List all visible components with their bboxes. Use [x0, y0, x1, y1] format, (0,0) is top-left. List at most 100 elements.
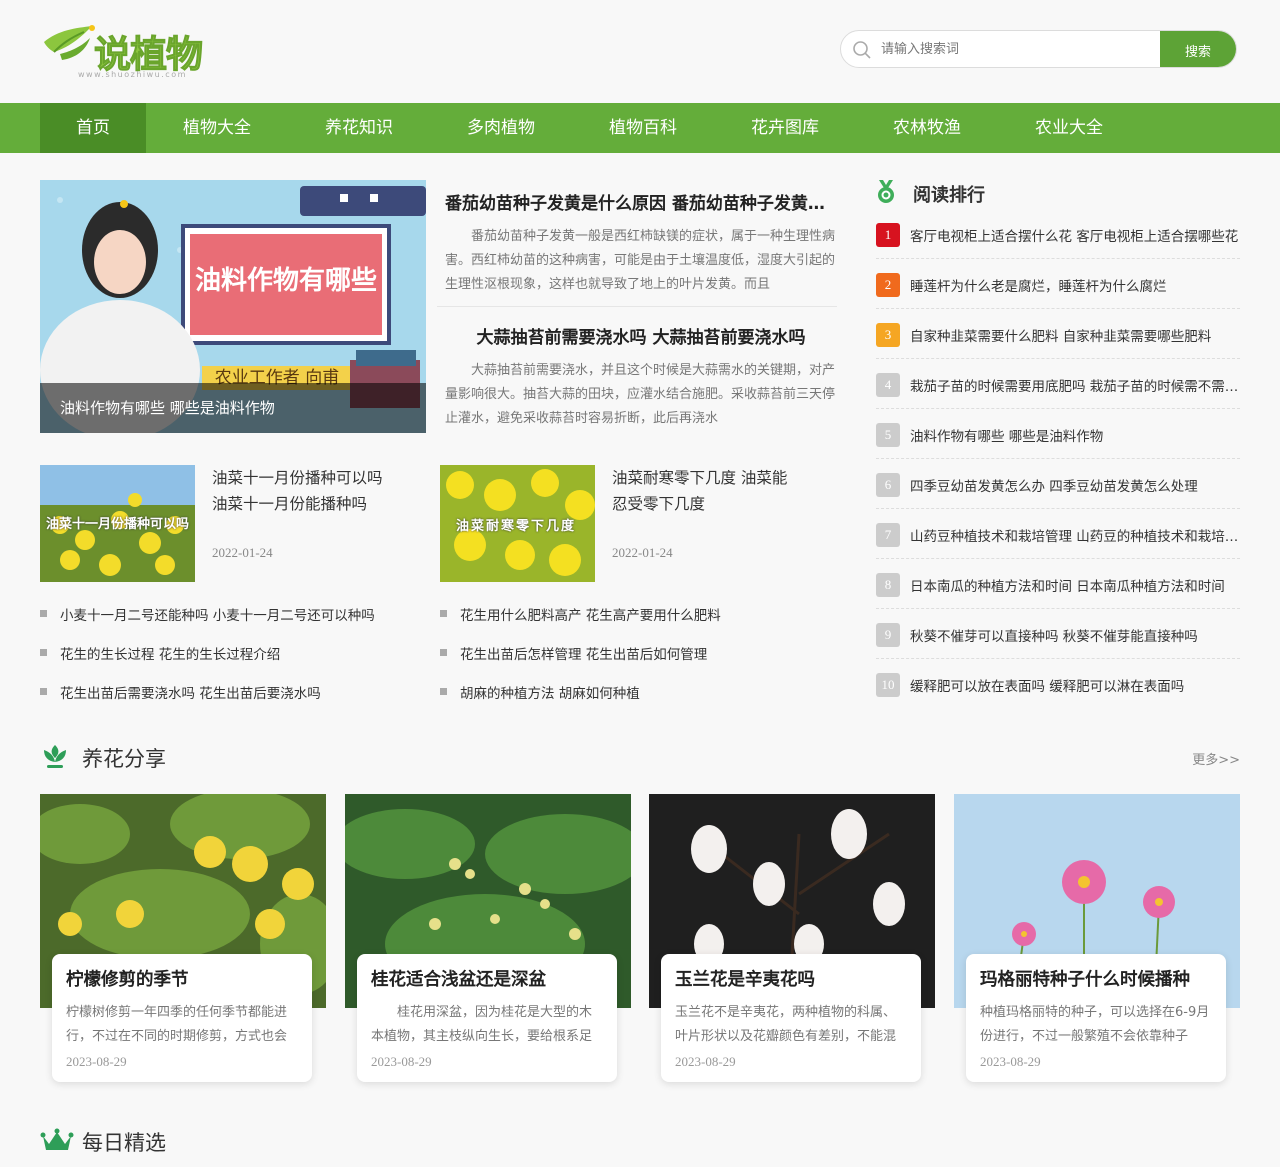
- search-icon: [853, 41, 871, 59]
- card-title-line: 油菜十一月份播种可以吗: [212, 469, 383, 487]
- share-section-header: 养花分享 更多>>: [40, 741, 1240, 775]
- search-input[interactable]: [881, 31, 1161, 67]
- ranking-item[interactable]: 4 栽茄子苗的时候需要用底肥吗 栽茄子苗的时候需不需要用底肥: [876, 359, 1240, 409]
- hero-caption[interactable]: 油料作物有哪些 哪些是油料作物: [40, 383, 426, 433]
- nav-home[interactable]: 首页: [40, 103, 146, 153]
- card-thumb-2[interactable]: 油菜耐寒零下几度: [440, 465, 595, 582]
- card-thumb-1[interactable]: 油菜十一月份播种可以吗: [40, 465, 195, 582]
- share-card-summary: 玉兰花不是辛夷花，两种植物的科属、叶片形状以及花瓣颜色有差别，不能混为一谈: [675, 1005, 897, 1044]
- share-card-title[interactable]: 玛格丽特种子什么时候播种: [980, 966, 1190, 991]
- more-link[interactable]: 更多>>: [1192, 749, 1240, 768]
- card-title-line: 油菜耐寒零下几度 油菜能: [612, 469, 788, 487]
- card-thumb-text-2: 油菜耐寒零下几度: [456, 519, 577, 534]
- share-card-title[interactable]: 玉兰花是辛夷花吗: [675, 966, 815, 991]
- featured-title-1[interactable]: 番茄幼苗种子发黄是什么原因 番茄幼苗种子发黄是什么原因: [445, 189, 837, 214]
- ranking-item-text: 山药豆种植技术和栽培管理 山药豆的种植技术和栽培管理: [910, 529, 1240, 545]
- ranking-item[interactable]: 10 缓释肥可以放在表面吗 缓释肥可以淋在表面吗: [876, 659, 1240, 709]
- ranking-item-text: 栽茄子苗的时候需要用底肥吗 栽茄子苗的时候需不需要用底肥: [910, 379, 1240, 395]
- ranking-item[interactable]: 3 自家种韭菜需要什么肥料 自家种韭菜需要哪些肥料: [876, 309, 1240, 359]
- share-card-3[interactable]: 玉兰花是辛夷花吗 玉兰花不是辛夷花，两种植物的科属、叶片形状以及花瓣颜色有差别，…: [649, 794, 935, 1084]
- card-date-2: 2022-01-24: [612, 545, 673, 560]
- share-card-date: 2023-08-29: [371, 1054, 432, 1069]
- hero-board-text: 油料作物有哪些: [194, 266, 377, 296]
- featured-divider: [437, 306, 837, 307]
- rank-badge: 9: [876, 623, 900, 647]
- site-logo[interactable]: 说植物 www.shuozhiwu.com: [40, 22, 230, 82]
- ranking-item-text: 日本南瓜的种植方法和时间 日本南瓜种植方法和时间: [910, 579, 1225, 595]
- share-card-summary: 桂花用深盆，因为桂花是大型的木本植物，其主枝纵向生长，要给根系足够的空间: [371, 1005, 593, 1044]
- share-card-summary: 种植玛格丽特的种子，可以选择在6-9月份进行，不过一般繁殖不会依靠种子: [980, 1005, 1210, 1044]
- ranking-item-text: 四季豆幼苗发黄怎么办 四季豆幼苗发黄怎么处理: [910, 479, 1198, 495]
- list-item[interactable]: 小麦十一月二号还能种吗 小麦十一月二号还可以种吗: [40, 604, 375, 624]
- rank-badge: 4: [876, 373, 900, 397]
- flower-bud-icon: [44, 745, 66, 768]
- ranking-item-text: 自家种韭菜需要什么肥料 自家种韭菜需要哪些肥料: [910, 329, 1212, 345]
- rank-badge: 7: [876, 523, 900, 547]
- site-header: 说植物 www.shuozhiwu.com 搜索: [0, 0, 1280, 103]
- nav-agriculture-all[interactable]: 农业大全: [998, 103, 1140, 153]
- featured-summary-1: 番茄幼苗种子发黄一般是西红柿缺镁的症状，属于一种生理性病害。西红柿幼苗的这种病害…: [445, 229, 836, 292]
- share-card-date: 2023-08-29: [66, 1054, 127, 1069]
- ranking-item[interactable]: 6 四季豆幼苗发黄怎么办 四季豆幼苗发黄怎么处理: [876, 459, 1240, 509]
- rank-badge: 5: [876, 423, 900, 447]
- rank-badge: 8: [876, 573, 900, 597]
- share-card-date: 2023-08-29: [980, 1054, 1041, 1069]
- list-item[interactable]: 花生的生长过程 花生的生长过程介绍: [39, 643, 280, 663]
- ranking-item-text: 缓释肥可以放在表面吗 缓释肥可以淋在表面吗: [910, 679, 1185, 695]
- ranking-item[interactable]: 5 油料作物有哪些 哪些是油料作物: [876, 409, 1240, 459]
- hero-banner[interactable]: 油料作物有哪些 农业工作者 向甫 油料作物有哪些 哪些是油料作物: [40, 180, 426, 433]
- card-title-2[interactable]: 油菜耐寒零下几度 油菜能 忍受零下几度: [612, 465, 832, 517]
- share-card-4[interactable]: 玛格丽特种子什么时候播种 种植玛格丽特的种子，可以选择在6-9月份进行，不过一般…: [954, 794, 1240, 1084]
- nav-succulents[interactable]: 多肉植物: [430, 103, 572, 153]
- ranking-item[interactable]: 2 睡莲杆为什么老是腐烂，睡莲杆为什么腐烂: [876, 259, 1240, 309]
- share-section-title: 养花分享: [82, 747, 166, 771]
- share-card-title[interactable]: 桂花适合浅盆还是深盆: [371, 966, 546, 991]
- rank-badge: 3: [876, 323, 900, 347]
- ranking-item-text: 秋葵不催芽可以直接种吗 秋葵不催芽能直接种吗: [910, 629, 1198, 645]
- logo-subtitle: www.shuozhiwu.com: [78, 70, 187, 79]
- card-date-1: 2022-01-24: [212, 545, 273, 560]
- search-button[interactable]: 搜索: [1160, 31, 1236, 67]
- ranking-item-text: 客厅电视柜上适合摆什么花 客厅电视柜上适合摆哪些花: [910, 229, 1239, 245]
- ranking-item[interactable]: 1 客厅电视柜上适合摆什么花 客厅电视柜上适合摆哪些花: [876, 209, 1240, 259]
- share-card-1[interactable]: 柠檬修剪的季节 柠檬树修剪一年四季的任何季节都能进行，不过在不同的时期修剪，方式…: [40, 794, 326, 1084]
- nav-plant-wiki[interactable]: 植物百科: [572, 103, 714, 153]
- share-card-date: 2023-08-29: [675, 1054, 736, 1069]
- ranking-item[interactable]: 9 秋葵不催芽可以直接种吗 秋葵不催芽能直接种吗: [876, 609, 1240, 659]
- list-item[interactable]: 胡麻的种植方法 胡麻如何种植: [440, 682, 640, 702]
- list-item[interactable]: 花生出苗后怎样管理 花生出苗后如何管理: [439, 643, 707, 663]
- search-box: 搜索: [840, 30, 1237, 68]
- nav-plant-encyclopedia[interactable]: 植物大全: [146, 103, 288, 153]
- ranking-item-text: 油料作物有哪些 哪些是油料作物: [910, 429, 1104, 445]
- card-title-1[interactable]: 油菜十一月份播种可以吗 油菜十一月份能播种吗: [212, 465, 422, 517]
- daily-section-header: 每日精选: [40, 1125, 1240, 1159]
- list-item[interactable]: 花生用什么肥料高产 花生高产要用什么肥料: [440, 604, 721, 624]
- list-item[interactable]: 花生出苗后需要浇水吗 花生出苗后要浇水吗: [40, 682, 321, 702]
- ranking-header: 阅读排行: [876, 178, 1240, 208]
- share-card-summary: 柠檬树修剪一年四季的任何季节都能进行，不过在不同的时期修剪，方式也会有所不同: [66, 1005, 288, 1044]
- nav-flower-knowledge[interactable]: 养花知识: [288, 103, 430, 153]
- card-title-line: 忍受零下几度: [612, 495, 706, 513]
- crown-icon: [40, 1128, 74, 1150]
- card-title-line: 油菜十一月份能播种吗: [212, 495, 368, 513]
- rank-badge: 10: [876, 673, 900, 697]
- ranking-item-text: 睡莲杆为什么老是腐烂，睡莲杆为什么腐烂: [910, 279, 1167, 295]
- rank-badge: 2: [876, 273, 900, 297]
- nav-agriculture-forestry[interactable]: 农林牧渔: [856, 103, 998, 153]
- daily-section-title: 每日精选: [82, 1131, 166, 1155]
- share-card-title[interactable]: 柠檬修剪的季节: [66, 966, 189, 991]
- featured-summary-2: 大蒜抽苔前需要浇水，并且这个时候是大蒜需水的关键期，对产量影响很大。抽苔大蒜的田…: [445, 363, 836, 426]
- medal-icon: [878, 180, 894, 203]
- card-thumb-text-1: 油菜十一月份播种可以吗: [46, 517, 190, 532]
- ranking-item[interactable]: 7 山药豆种植技术和栽培管理 山药豆的种植技术和栽培管理: [876, 509, 1240, 559]
- main-nav: 首页 植物大全 养花知识 多肉植物 植物百科 花卉图库 农林牧渔 农业大全: [0, 103, 1280, 153]
- ranking-title: 阅读排行: [913, 185, 985, 206]
- ranking-item[interactable]: 8 日本南瓜的种植方法和时间 日本南瓜种植方法和时间: [876, 559, 1240, 609]
- share-card-2[interactable]: 桂花适合浅盆还是深盆 桂花用深盆，因为桂花是大型的木本植物，其主枝纵向生长，要给…: [345, 794, 631, 1084]
- nav-flower-gallery[interactable]: 花卉图库: [714, 103, 856, 153]
- featured-title-2[interactable]: 大蒜抽苔前需要浇水吗 大蒜抽苔前要浇水吗: [445, 323, 837, 348]
- share-card-body: 玉兰花是辛夷花吗 玉兰花不是辛夷花，两种植物的科属、叶片形状以及花瓣颜色有差别，…: [661, 954, 921, 1082]
- share-card-body: 桂花适合浅盆还是深盆 桂花用深盆，因为桂花是大型的木本植物，其主枝纵向生长，要给…: [357, 954, 617, 1082]
- rank-badge: 6: [876, 473, 900, 497]
- share-card-body: 玛格丽特种子什么时候播种 种植玛格丽特的种子，可以选择在6-9月份进行，不过一般…: [966, 954, 1226, 1082]
